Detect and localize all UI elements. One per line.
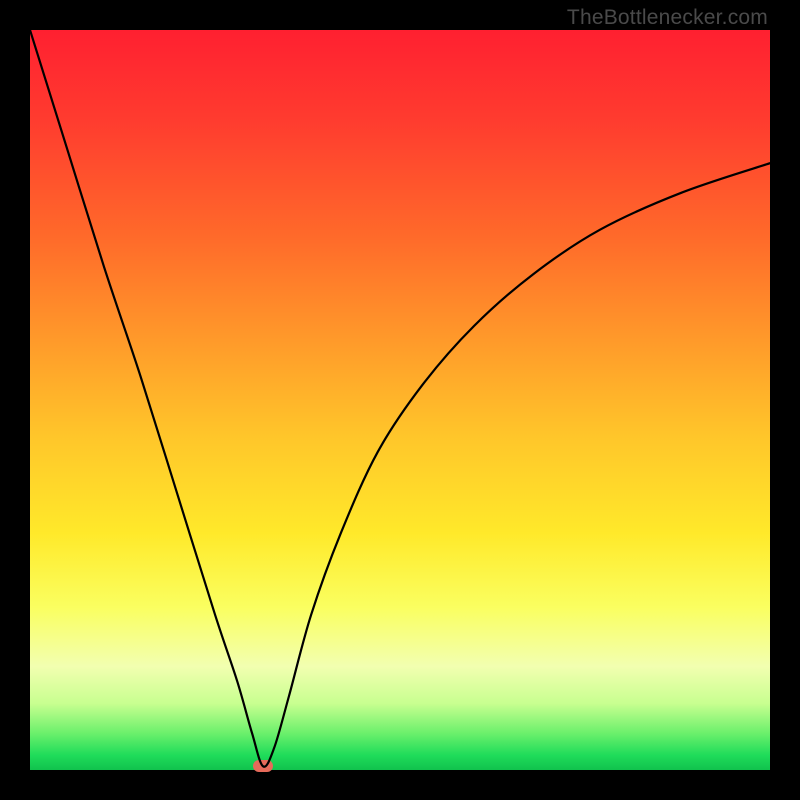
watermark-text: TheBottlenecker.com (567, 6, 768, 30)
plot-area (30, 30, 770, 770)
chart-frame: TheBottlenecker.com (0, 0, 800, 800)
bottleneck-curve (30, 30, 770, 767)
curve-svg (30, 30, 770, 770)
